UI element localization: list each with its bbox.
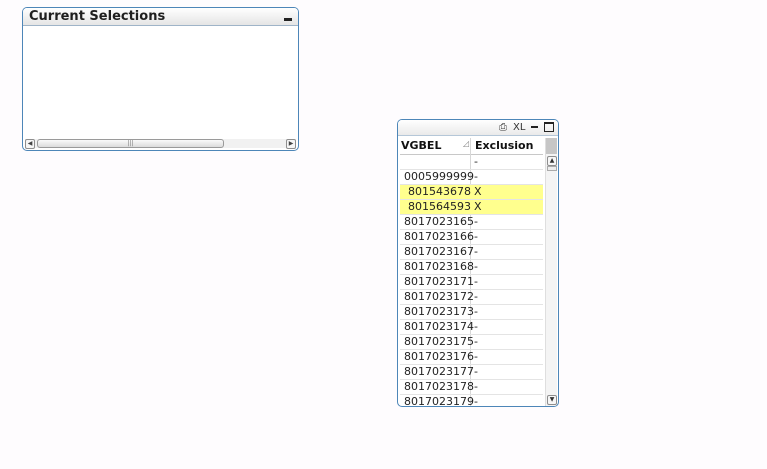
table-box: ⎙ XL VGBEL ◿ Exclusion -0005999999-80154… (397, 119, 559, 407)
send-to-excel-icon[interactable]: XL (513, 122, 525, 133)
cell-vgbel: 8017023166 (404, 230, 474, 243)
cell-vgbel: 801564593 (408, 200, 471, 213)
cell-vgbel: 8017023175 (404, 335, 474, 348)
table-row[interactable]: 801543678 X (400, 185, 543, 200)
table-row[interactable]: 8017023179- (400, 395, 543, 407)
cell-exclusion: - (474, 395, 478, 407)
cell-vgbel: 8017023165 (404, 215, 474, 228)
scroll-down-icon[interactable]: ▼ (547, 395, 557, 405)
cell-exclusion: - (474, 260, 478, 273)
cell-vgbel: 8017023171 (404, 275, 474, 288)
table-row[interactable]: 8017023176- (400, 350, 543, 365)
table-row[interactable]: - (400, 155, 543, 170)
cell-vgbel: 8017023176 (404, 350, 474, 363)
cell-exclusion: - (474, 155, 478, 168)
table-row[interactable]: 8017023178- (400, 380, 543, 395)
cell-vgbel: 8017023168 (404, 260, 474, 273)
table-row[interactable]: 8017023174- (400, 320, 543, 335)
table-row[interactable]: 8017023177- (400, 365, 543, 380)
vertical-scrollbar[interactable]: ▲ ▼ (545, 138, 557, 406)
cell-exclusion: - (474, 275, 478, 288)
current-selections-box: Current Selections ◀ ||| ▶ (22, 7, 299, 151)
column-header-exclusion[interactable]: Exclusion (475, 139, 533, 152)
table-header: VGBEL ◿ Exclusion (400, 138, 543, 155)
cell-exclusion: - (474, 230, 478, 243)
minimize-icon[interactable] (284, 18, 292, 21)
table-row[interactable]: 8017023171- (400, 275, 543, 290)
table-row[interactable]: 801564593 X (400, 200, 543, 215)
cell-exclusion: - (474, 170, 478, 183)
cell-exclusion: - (474, 350, 478, 363)
table-row[interactable]: 8017023173- (400, 305, 543, 320)
maximize-icon[interactable] (544, 122, 554, 132)
table-row[interactable]: 8017023166- (400, 230, 543, 245)
cell-vgbel: 8017023179 (404, 395, 474, 407)
cell-exclusion: - (474, 335, 478, 348)
table-row[interactable]: 8017023175- (400, 335, 543, 350)
scrollbar-header-cap (546, 138, 557, 154)
cell-vgbel: 8017023177 (404, 365, 474, 378)
table-row[interactable]: 0005999999- (400, 170, 543, 185)
table-body: -0005999999-801543678 X 801564593 X 80170231… (400, 155, 543, 407)
minimize-icon[interactable] (531, 126, 538, 128)
table-box-caption[interactable]: ⎙ XL (398, 120, 558, 136)
cell-vgbel: 0005999999 (404, 170, 474, 183)
vertical-scroll-thumb[interactable] (547, 166, 557, 171)
column-header-vgbel[interactable]: VGBEL (401, 139, 441, 152)
cell-exclusion: - (474, 245, 478, 258)
current-selections-caption[interactable]: Current Selections (23, 8, 298, 26)
table-row[interactable]: 8017023165- (400, 215, 543, 230)
table-row[interactable]: 8017023168- (400, 260, 543, 275)
cell-exclusion: - (474, 215, 478, 228)
cell-vgbel: 8017023174 (404, 320, 474, 333)
current-selections-title: Current Selections (29, 9, 166, 24)
cell-vgbel: 8017023172 (404, 290, 474, 303)
table-row[interactable]: 8017023172- (400, 290, 543, 305)
cell-exclusion: X (474, 200, 482, 213)
horizontal-scrollbar[interactable]: ◀ ||| ▶ (25, 139, 296, 149)
cell-exclusion: - (474, 365, 478, 378)
scroll-right-icon[interactable]: ▶ (286, 139, 296, 149)
print-icon[interactable]: ⎙ (499, 122, 507, 133)
scroll-up-icon[interactable]: ▲ (547, 156, 557, 166)
sort-indicator-icon: ◿ (463, 139, 470, 148)
cell-vgbel: 8017023178 (404, 380, 474, 393)
cell-vgbel: 8017023173 (404, 305, 474, 318)
cell-exclusion: - (474, 290, 478, 303)
cell-vgbel: 8017023167 (404, 245, 474, 258)
cell-exclusion: X (474, 185, 482, 198)
table-row[interactable]: 8017023167- (400, 245, 543, 260)
scroll-left-icon[interactable]: ◀ (25, 139, 35, 149)
cell-exclusion: - (474, 320, 478, 333)
cell-exclusion: - (474, 305, 478, 318)
horizontal-scroll-thumb[interactable]: ||| (37, 139, 224, 148)
cell-exclusion: - (474, 380, 478, 393)
cell-vgbel: 801543678 (408, 185, 471, 198)
